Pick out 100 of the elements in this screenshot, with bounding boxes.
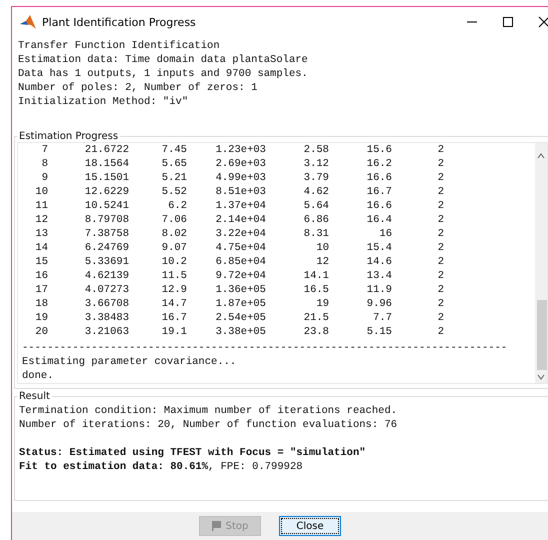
table-cell-text: 2 (436, 241, 444, 255)
table-cell-text: 16.7 (160, 311, 187, 325)
table-cell-text: 2 (436, 157, 444, 171)
table-cell-text: 10 (34, 185, 48, 199)
table-cell-text: 1.36e+05 (214, 283, 266, 297)
flag-icon (212, 521, 221, 531)
info-line: Initialization Method: "iv" (18, 95, 190, 109)
table-cell-text: 2 (436, 297, 444, 311)
scroll-down-icon[interactable] (537, 374, 545, 380)
table-cell-text: 3.22e+04 (214, 227, 266, 241)
table-cell-text: 21.6722 (84, 143, 129, 157)
table-cell-text: 3.38e+05 (214, 325, 266, 339)
table-cell-text: 4.62139 (84, 269, 129, 283)
table-cell-text: 6.86 (302, 213, 329, 227)
table-cell-text: 7.45 (160, 143, 187, 157)
table-cell-text: 8.51e+03 (214, 185, 266, 199)
table-cell-text: 5.65 (160, 157, 187, 171)
table-cell-text: 18.1564 (84, 157, 129, 171)
table-cell-text: 12.9 (160, 283, 187, 297)
window-title: Plant Identification Progress (42, 16, 196, 28)
table-cell-text: 2 (436, 269, 444, 283)
scrollbar[interactable] (535, 143, 547, 383)
table-cell-text: 11.9 (366, 283, 392, 297)
close-button[interactable]: Close (279, 516, 341, 536)
info-line: Number of poles: 2, Number of zeros: 1 (18, 81, 258, 95)
table-cell-text: 9.96 (366, 297, 392, 311)
table-cell-text: 17 (34, 283, 48, 297)
table-cell-text: 1.37e+04 (214, 199, 266, 213)
table-cell-text: 2 (436, 227, 444, 241)
table-cell-text: 9 (40, 171, 48, 185)
table-cell-text: 3.12 (302, 157, 329, 171)
table-cell-text: 13.4 (366, 269, 392, 283)
table-cell-text: 2 (436, 199, 444, 213)
separator-line: ----------------------------------------------------------------------------- (22, 341, 508, 355)
table-cell-text: 14 (34, 241, 48, 255)
table-cell-text: 2 (436, 171, 444, 185)
table-cell-text: 2 (436, 185, 444, 199)
table-cell-text: 18 (34, 297, 48, 311)
table-cell-text: 5.33691 (84, 255, 129, 269)
table-cell-text: 4.75e+04 (214, 241, 266, 255)
table-cell-text: 5.15 (366, 325, 392, 339)
table-cell-text: 7.06 (160, 213, 187, 227)
table-cell-text: 16.6 (366, 199, 392, 213)
table-cell-text: 16.7 (366, 185, 392, 199)
table-cell-text: 3.21063 (84, 325, 129, 339)
table-cell-text: 6.2 (167, 199, 187, 213)
log-line: done. (22, 369, 55, 383)
table-cell-text: 5.52 (160, 185, 187, 199)
table-cell-text: 2.14e+04 (214, 213, 266, 227)
maximize-icon[interactable] (502, 16, 514, 28)
table-cell-text: 10 (315, 241, 329, 255)
table-cell-text: 2.69e+03 (214, 157, 266, 171)
table-cell-text: 20 (34, 325, 48, 339)
table-cell-text: 6.24769 (84, 241, 129, 255)
table-cell-text: 4.62 (302, 185, 329, 199)
close-icon[interactable] (538, 16, 548, 28)
table-cell-text: 5.64 (302, 199, 329, 213)
result-line: Status: Estimated using TFEST with Focus = "simulation" (19, 446, 367, 460)
table-cell-text: 8.31 (302, 227, 329, 241)
scrollbar-thumb[interactable] (537, 300, 547, 370)
table-cell-text: 15.4 (366, 241, 392, 255)
table-cell-text: 5.21 (160, 171, 187, 185)
table-cell-text: 14.7 (160, 297, 187, 311)
table-cell-text: 11 (34, 199, 48, 213)
result-line: Number of iterations: 20, Number of function evaluations: 76 (19, 418, 398, 432)
table-cell-text: 2 (436, 283, 444, 297)
table-cell-text: 7.38758 (84, 227, 129, 241)
table-cell-text: 3.66708 (84, 297, 129, 311)
scroll-up-icon[interactable] (537, 153, 545, 159)
table-cell-text: 16 (34, 269, 48, 283)
table-cell-text: 8.02 (160, 227, 187, 241)
info-line: Transfer Function Identification (18, 39, 221, 53)
table-cell-text: 14.6 (366, 255, 392, 269)
table-cell-text: 12 (34, 213, 48, 227)
log-line: Estimating parameter covariance... (22, 355, 238, 369)
table-cell-text: 16.2 (366, 157, 392, 171)
table-cell-text: 11.5 (160, 269, 187, 283)
table-cell-text: 19.1 (160, 325, 187, 339)
info-line: Estimation data: Time domain data plantaSolare (18, 53, 309, 67)
table-cell-text: 16.5 (302, 283, 329, 297)
result-line: Fit to estimation data: 80.61%, FPE: 0.799928 (19, 460, 304, 474)
table-cell-text: 8.79708 (84, 213, 129, 227)
group-title: Estimation Progress (18, 131, 120, 142)
info-line: Data has 1 outputs, 1 inputs and 9700 samples. (18, 67, 309, 81)
membrane-logo-icon (20, 15, 36, 29)
table-cell-text: 16.6 (366, 171, 392, 185)
table-cell-text: 3.38483 (84, 311, 129, 325)
table-cell-text: 7.7 (372, 311, 392, 325)
table-cell-text: 3.79 (302, 171, 329, 185)
table-cell-text: 15 (34, 255, 48, 269)
table-cell-text: 10.5241 (84, 199, 129, 213)
table-cell-text: 16 (378, 227, 392, 241)
table-cell-text: 2 (436, 325, 444, 339)
table-cell-text: 21.5 (302, 311, 329, 325)
table-cell-text: 2 (436, 143, 444, 157)
table-cell-text: 2.58 (302, 143, 329, 157)
table-cell-text: 1.23e+03 (214, 143, 266, 157)
table-cell-text: 12.6229 (84, 185, 129, 199)
table-cell-text: 19 (315, 297, 329, 311)
table-cell-text: 2 (436, 213, 444, 227)
